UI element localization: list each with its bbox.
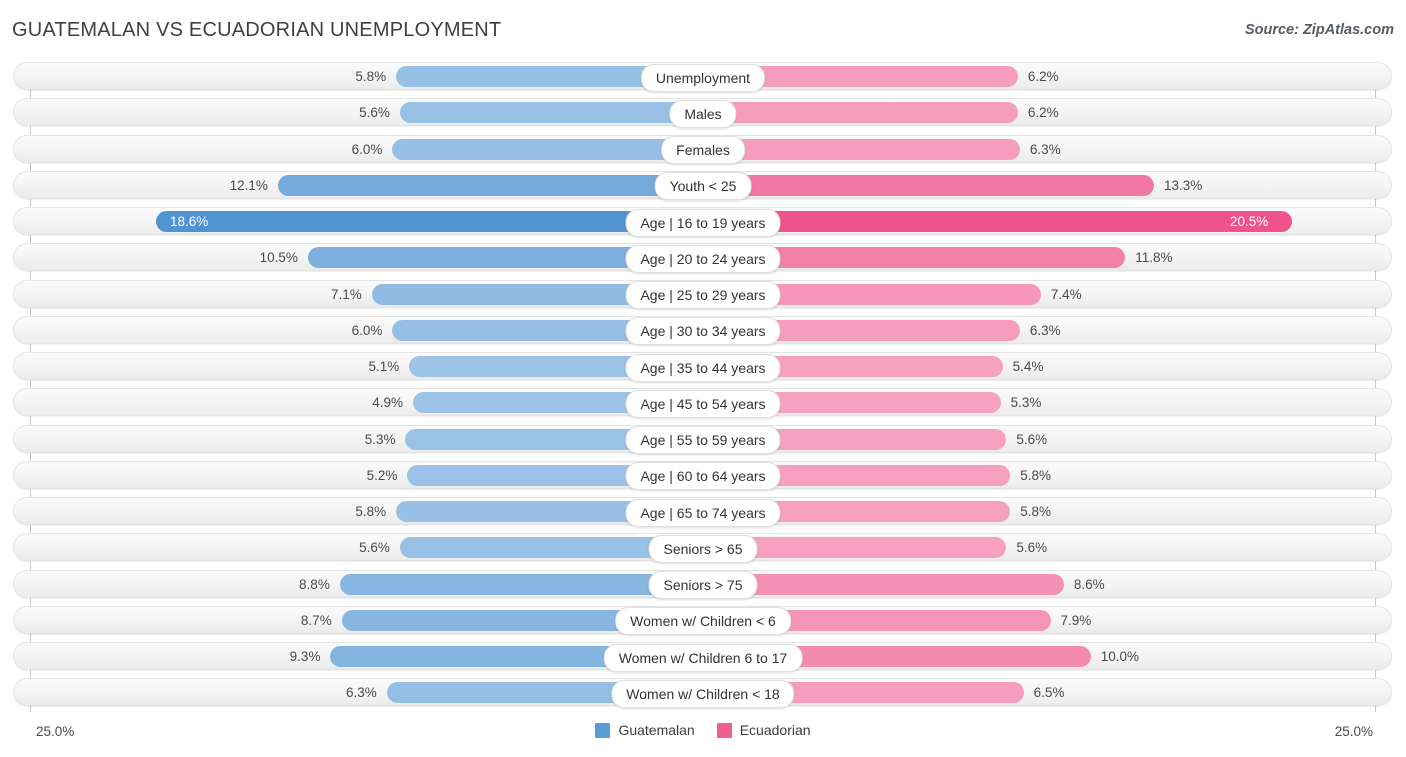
bar-value-guatemalan: 6.3% (345, 685, 377, 701)
bar-value-ecuadorian: 6.3% (1029, 322, 1061, 338)
chart-footer: 25.0% 25.0% Guatemalan Ecuadorian (0, 718, 1406, 757)
category-label: Women w/ Children < 6 (615, 607, 791, 636)
bar-row: 10.5% 11.8% Age | 20 to 24 years (0, 239, 1406, 275)
bar-ecuadorian (703, 138, 1020, 160)
bar-value-ecuadorian: 10.0% (1100, 649, 1140, 664)
legend-label: Guatemalan (618, 722, 695, 738)
bar-row: 5.3% 5.6% Age | 55 to 59 years (0, 421, 1406, 457)
bar-value-ecuadorian: 7.9% (1060, 612, 1092, 628)
bar-row-list: 5.8% 6.2% Unemployment 5.6% 6.2% Males 6.0% 6.3… (0, 58, 1406, 711)
bar-value-guatemalan: 12.1% (229, 177, 268, 193)
bar-guatemalan (156, 211, 703, 232)
bar-value-ecuadorian: 6.3% (1029, 141, 1061, 157)
category-label: Youth < 25 (654, 172, 752, 201)
bar-row: 6.3% 6.5% Women w/ Children < 18 (0, 674, 1406, 710)
category-label: Females (661, 136, 745, 164)
bar-value-guatemalan: 8.7% (300, 612, 332, 628)
bar-value-ecuadorian: 6.2% (1027, 105, 1059, 121)
bar-guatemalan (277, 174, 703, 196)
category-label: Age | 65 to 74 years (625, 498, 781, 527)
bar-value-guatemalan: 10.5% (259, 250, 298, 266)
page-title: GUATEMALAN VS ECUADORIAN UNEMPLOYMENT (12, 19, 502, 41)
legend-label: Ecuadorian (739, 722, 811, 738)
bar-value-ecuadorian: 7.4% (1050, 286, 1082, 302)
bar-value-guatemalan: 8.8% (299, 576, 330, 592)
category-label: Age | 30 to 34 years (625, 317, 781, 346)
bar-row: 5.1% 5.4% Age | 35 to 44 years (0, 348, 1406, 384)
bar-value-ecuadorian: 20.5% (1230, 214, 1269, 229)
bar-value-guatemalan: 4.9% (372, 395, 403, 411)
bar-row: 5.8% 6.2% Unemployment (0, 58, 1406, 94)
bar-value-guatemalan: 18.6% (170, 214, 209, 229)
bar-row: 4.9% 5.3% Age | 45 to 54 years (0, 384, 1406, 420)
chart-legend: Guatemalan Ecuadorian (0, 722, 1406, 738)
legend-item: Ecuadorian (716, 722, 811, 738)
bar-ecuadorian (703, 102, 1018, 124)
bar-value-guatemalan: 5.2% (366, 467, 398, 483)
bar-value-ecuadorian: 11.8% (1135, 250, 1173, 266)
bar-row: 18.6% 20.5% Age | 16 to 19 years (0, 203, 1406, 239)
bar-row: 9.3% 10.0% Women w/ Children 6 to 17 (0, 638, 1406, 674)
category-label: Age | 25 to 29 years (625, 281, 781, 309)
category-label: Unemployment (640, 63, 766, 92)
bar-value-guatemalan: 9.3% (289, 649, 321, 664)
bar-value-ecuadorian: 5.4% (1012, 359, 1044, 374)
bar-row: 5.2% 5.8% Age | 60 to 64 years (0, 457, 1406, 493)
bar-guatemalan (399, 102, 703, 124)
bar-row: 8.8% 8.6% Seniors > 75 (0, 566, 1406, 602)
category-label: Seniors > 75 (648, 571, 758, 599)
bar-value-guatemalan: 5.6% (359, 105, 390, 121)
bar-value-guatemalan: 5.6% (359, 540, 390, 556)
category-label: Age | 60 to 64 years (625, 462, 781, 491)
bar-ecuadorian (703, 211, 1292, 232)
bar-value-guatemalan: 5.8% (355, 504, 387, 519)
bar-row: 6.0% 6.3% Age | 30 to 34 years (0, 312, 1406, 348)
bar-row: 5.6% 5.6% Seniors > 65 (0, 529, 1406, 565)
bar-value-ecuadorian: 6.5% (1033, 685, 1065, 701)
bar-value-guatemalan: 6.0% (351, 322, 383, 338)
category-label: Age | 45 to 54 years (625, 389, 781, 418)
category-label: Seniors > 65 (648, 534, 758, 563)
category-label: Age | 55 to 59 years (625, 426, 781, 454)
bar-row: 12.1% 13.3% Youth < 25 (0, 167, 1406, 203)
bar-row: 8.7% 7.9% Women w/ Children < 6 (0, 602, 1406, 638)
bar-value-ecuadorian: 5.8% (1020, 467, 1052, 483)
bar-row: 5.8% 5.8% Age | 65 to 74 years (0, 493, 1406, 529)
bar-value-guatemalan: 5.8% (355, 69, 387, 84)
category-label: Age | 20 to 24 years (625, 244, 781, 273)
category-label: Age | 16 to 19 years (625, 208, 781, 237)
bar-value-ecuadorian: 5.6% (1016, 540, 1048, 556)
bar-value-ecuadorian: 5.6% (1016, 431, 1048, 447)
bar-value-ecuadorian: 5.3% (1010, 395, 1042, 411)
bar-value-ecuadorian: 6.2% (1027, 69, 1059, 84)
category-label: Women w/ Children 6 to 17 (603, 643, 803, 672)
bar-row: 7.1% 7.4% Age | 25 to 29 years (0, 276, 1406, 312)
bar-value-ecuadorian: 8.6% (1073, 576, 1105, 592)
bar-ecuadorian (703, 174, 1154, 196)
bar-value-guatemalan: 6.0% (351, 141, 383, 157)
source-attribution: Source: ZipAtlas.com (1244, 22, 1394, 38)
legend-swatch (716, 722, 732, 738)
chart-plot-area: 5.8% 6.2% Unemployment 5.6% 6.2% Males 6.0% 6.3… (0, 58, 1406, 718)
legend-item: Guatemalan (595, 722, 695, 738)
bar-value-guatemalan: 5.3% (364, 431, 396, 447)
category-label: Women w/ Children < 18 (611, 679, 795, 708)
bar-row: 6.0% 6.3% Females (0, 131, 1406, 167)
bar-value-ecuadorian: 13.3% (1164, 177, 1203, 193)
category-label: Males (669, 99, 737, 128)
bar-value-ecuadorian: 5.8% (1020, 504, 1052, 519)
chart-header: GUATEMALAN VS ECUADORIAN UNEMPLOYMENT So… (0, 0, 1406, 58)
bar-value-guatemalan: 5.1% (368, 359, 400, 374)
legend-swatch (595, 722, 611, 738)
bar-value-guatemalan: 7.1% (330, 286, 362, 302)
bar-guatemalan (392, 138, 703, 160)
category-label: Age | 35 to 44 years (625, 353, 781, 382)
bar-row: 5.6% 6.2% Males (0, 94, 1406, 130)
